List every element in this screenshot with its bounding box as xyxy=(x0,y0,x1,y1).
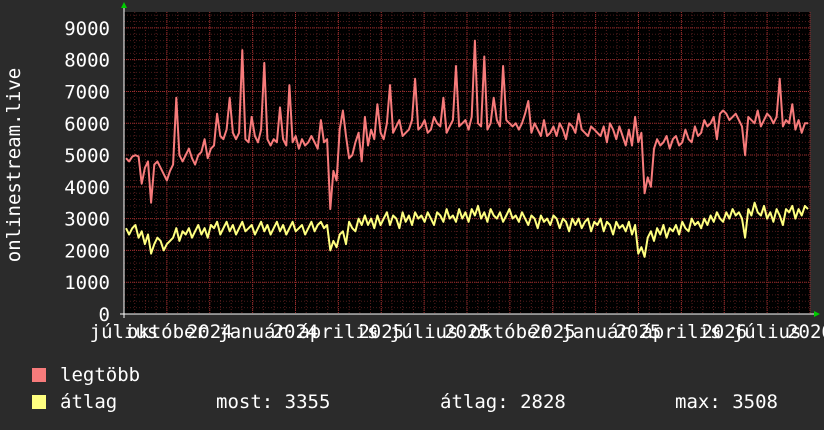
legend-item-max: legtöbb xyxy=(32,364,140,386)
y-axis-arrow-icon xyxy=(121,2,127,8)
y-tick-label: 5000 xyxy=(64,145,110,167)
legend-label-avg: átlag xyxy=(60,391,118,413)
y-tick-label: 8000 xyxy=(64,50,110,72)
y-tick-label: 1000 xyxy=(64,272,110,294)
legend-item-avg: átlag xyxy=(32,391,117,413)
x-tick-label: 2026 xyxy=(787,321,824,343)
y-axis-label: onlinestream.live xyxy=(3,68,25,262)
legend-swatch-max xyxy=(32,368,46,382)
stat-now: most: 3355 xyxy=(216,391,331,413)
y-tick-label: 9000 xyxy=(64,18,110,40)
y-tick-label: 2000 xyxy=(64,240,110,262)
y-tick-label: 7000 xyxy=(64,81,110,103)
stat-avg: átlag: 2828 xyxy=(440,391,566,413)
legend-swatch-avg xyxy=(32,395,46,409)
legend-label-max: legtöbb xyxy=(60,364,141,386)
y-tick-label: 3000 xyxy=(64,209,110,231)
chart: 0100020003000400050006000700080009000júl… xyxy=(3,2,824,343)
y-tick-label: 6000 xyxy=(64,113,110,135)
stat-max: max: 3508 xyxy=(675,391,778,413)
x-axis-arrow-icon xyxy=(814,311,820,317)
y-tick-label: 4000 xyxy=(64,177,110,199)
